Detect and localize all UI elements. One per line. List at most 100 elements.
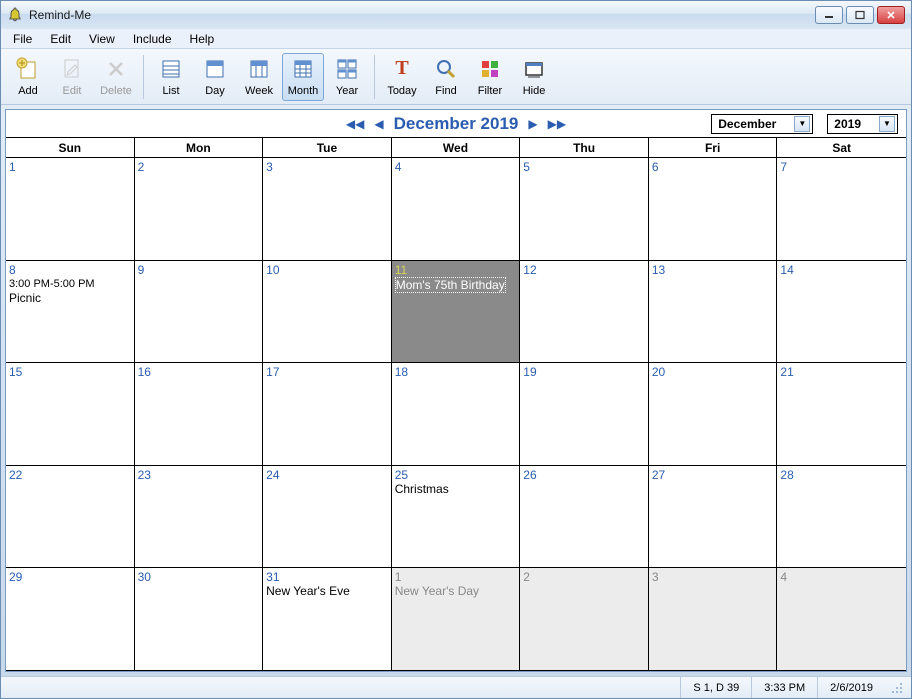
day-number: 23	[138, 468, 260, 482]
window-title: Remind-Me	[29, 8, 815, 22]
last-icon[interactable]: ▶▶	[548, 117, 566, 131]
day-number: 24	[266, 468, 388, 482]
calendar-cell[interactable]: 6	[649, 158, 778, 261]
day-number: 26	[523, 468, 645, 482]
calendar-cell[interactable]: 27	[649, 466, 778, 569]
window-controls	[815, 6, 905, 24]
toolbar-separator	[143, 55, 144, 99]
calendar-cell[interactable]: 13	[649, 261, 778, 364]
filter-button[interactable]: Filter	[469, 53, 511, 101]
day-number: 29	[9, 570, 131, 584]
calendar-cell[interactable]: 30	[135, 568, 264, 671]
calendar-cell[interactable]: 25Christmas	[392, 466, 521, 569]
event[interactable]: Christmas	[395, 482, 517, 496]
year-select[interactable]: 2019 ▼	[827, 114, 898, 134]
calendar-cell[interactable]: 14	[777, 261, 906, 364]
menu-help[interactable]: Help	[182, 30, 223, 48]
day-number: 27	[652, 468, 774, 482]
menu-file[interactable]: File	[5, 30, 40, 48]
calendar-cell[interactable]: 24	[263, 466, 392, 569]
menu-edit[interactable]: Edit	[42, 30, 79, 48]
calendar-cell[interactable]: 18	[392, 363, 521, 466]
today-icon: T	[390, 57, 414, 81]
calendar-cell[interactable]: 17	[263, 363, 392, 466]
calendar-cell[interactable]: 4	[777, 568, 906, 671]
calendar-cell[interactable]: 83:00 PM-5:00 PMPicnic	[6, 261, 135, 364]
calendar-cell[interactable]: 21	[777, 363, 906, 466]
status-date: 2/6/2019	[817, 677, 885, 698]
year-button[interactable]: Year	[326, 53, 368, 101]
resize-grip-icon[interactable]	[889, 680, 905, 696]
calendar-cell[interactable]: 16	[135, 363, 264, 466]
hide-icon	[522, 57, 546, 81]
today-button[interactable]: T Today	[381, 53, 423, 101]
month-select[interactable]: December ▼	[711, 114, 813, 134]
event[interactable]: New Year's Day	[395, 584, 517, 598]
day-number: 6	[652, 160, 774, 174]
list-button[interactable]: List	[150, 53, 192, 101]
calendar-cell[interactable]: 12	[520, 261, 649, 364]
day-header: Mon	[135, 138, 264, 157]
calendar-cell[interactable]: 26	[520, 466, 649, 569]
filter-icon	[478, 57, 502, 81]
week-icon	[247, 57, 271, 81]
close-button[interactable]	[877, 6, 905, 24]
calendar-cell[interactable]: 11Mom's 75th Birthday	[392, 261, 521, 364]
calendar-cell[interactable]: 20	[649, 363, 778, 466]
maximize-button[interactable]	[846, 6, 874, 24]
find-button[interactable]: Find	[425, 53, 467, 101]
day-headers: SunMonTueWedThuFriSat	[6, 138, 906, 158]
calendar-cell[interactable]: 23	[135, 466, 264, 569]
calendar-cell[interactable]: 5	[520, 158, 649, 261]
day-number: 25	[395, 468, 517, 482]
delete-button[interactable]: Delete	[95, 53, 137, 101]
edit-button[interactable]: Edit	[51, 53, 93, 101]
calendar-cell[interactable]: 2	[135, 158, 264, 261]
calendar-cell[interactable]: 2	[520, 568, 649, 671]
calendar-cell[interactable]: 1	[6, 158, 135, 261]
calendar-cell[interactable]: 4	[392, 158, 521, 261]
toolbar-separator	[374, 55, 375, 99]
calendar-cell[interactable]: 1New Year's Day	[392, 568, 521, 671]
calendar-cell[interactable]: 3	[649, 568, 778, 671]
day-number: 11	[395, 263, 517, 277]
find-icon	[434, 57, 458, 81]
day-number: 12	[523, 263, 645, 277]
day-number: 2	[138, 160, 260, 174]
calendar-cell[interactable]: 15	[6, 363, 135, 466]
prev-icon[interactable]: ◀	[374, 117, 383, 131]
month-icon	[291, 57, 315, 81]
calendar-cell[interactable]: 7	[777, 158, 906, 261]
day-number: 31	[266, 570, 388, 584]
calendar-cell[interactable]: 22	[6, 466, 135, 569]
calendar-cell[interactable]: 29	[6, 568, 135, 671]
calendar-cell[interactable]: 19	[520, 363, 649, 466]
week-label: Week	[245, 85, 273, 97]
calendar-cell[interactable]: 3	[263, 158, 392, 261]
event[interactable]: Picnic	[9, 291, 131, 305]
calendar-cell[interactable]: 9	[135, 261, 264, 364]
calendar-cell[interactable]: 31New Year's Eve	[263, 568, 392, 671]
next-icon[interactable]: ▶	[528, 117, 537, 131]
menu-view[interactable]: View	[81, 30, 123, 48]
day-number: 19	[523, 365, 645, 379]
calendar-cell[interactable]: 28	[777, 466, 906, 569]
week-button[interactable]: Week	[238, 53, 280, 101]
add-button[interactable]: Add	[7, 53, 49, 101]
day-button[interactable]: Day	[194, 53, 236, 101]
month-button[interactable]: Month	[282, 53, 324, 101]
minimize-button[interactable]	[815, 6, 843, 24]
hide-button[interactable]: Hide	[513, 53, 555, 101]
first-icon[interactable]: ◀◀	[346, 117, 364, 131]
day-number: 14	[780, 263, 903, 277]
day-number: 3	[652, 570, 774, 584]
calendar-cell[interactable]: 10	[263, 261, 392, 364]
day-number: 28	[780, 468, 903, 482]
event[interactable]: New Year's Eve	[266, 584, 388, 598]
year-select-value: 2019	[834, 117, 861, 131]
event[interactable]: Mom's 75th Birthday	[395, 277, 506, 293]
find-label: Find	[435, 85, 456, 97]
filter-label: Filter	[478, 85, 502, 97]
menu-include[interactable]: Include	[125, 30, 180, 48]
day-number: 18	[395, 365, 517, 379]
